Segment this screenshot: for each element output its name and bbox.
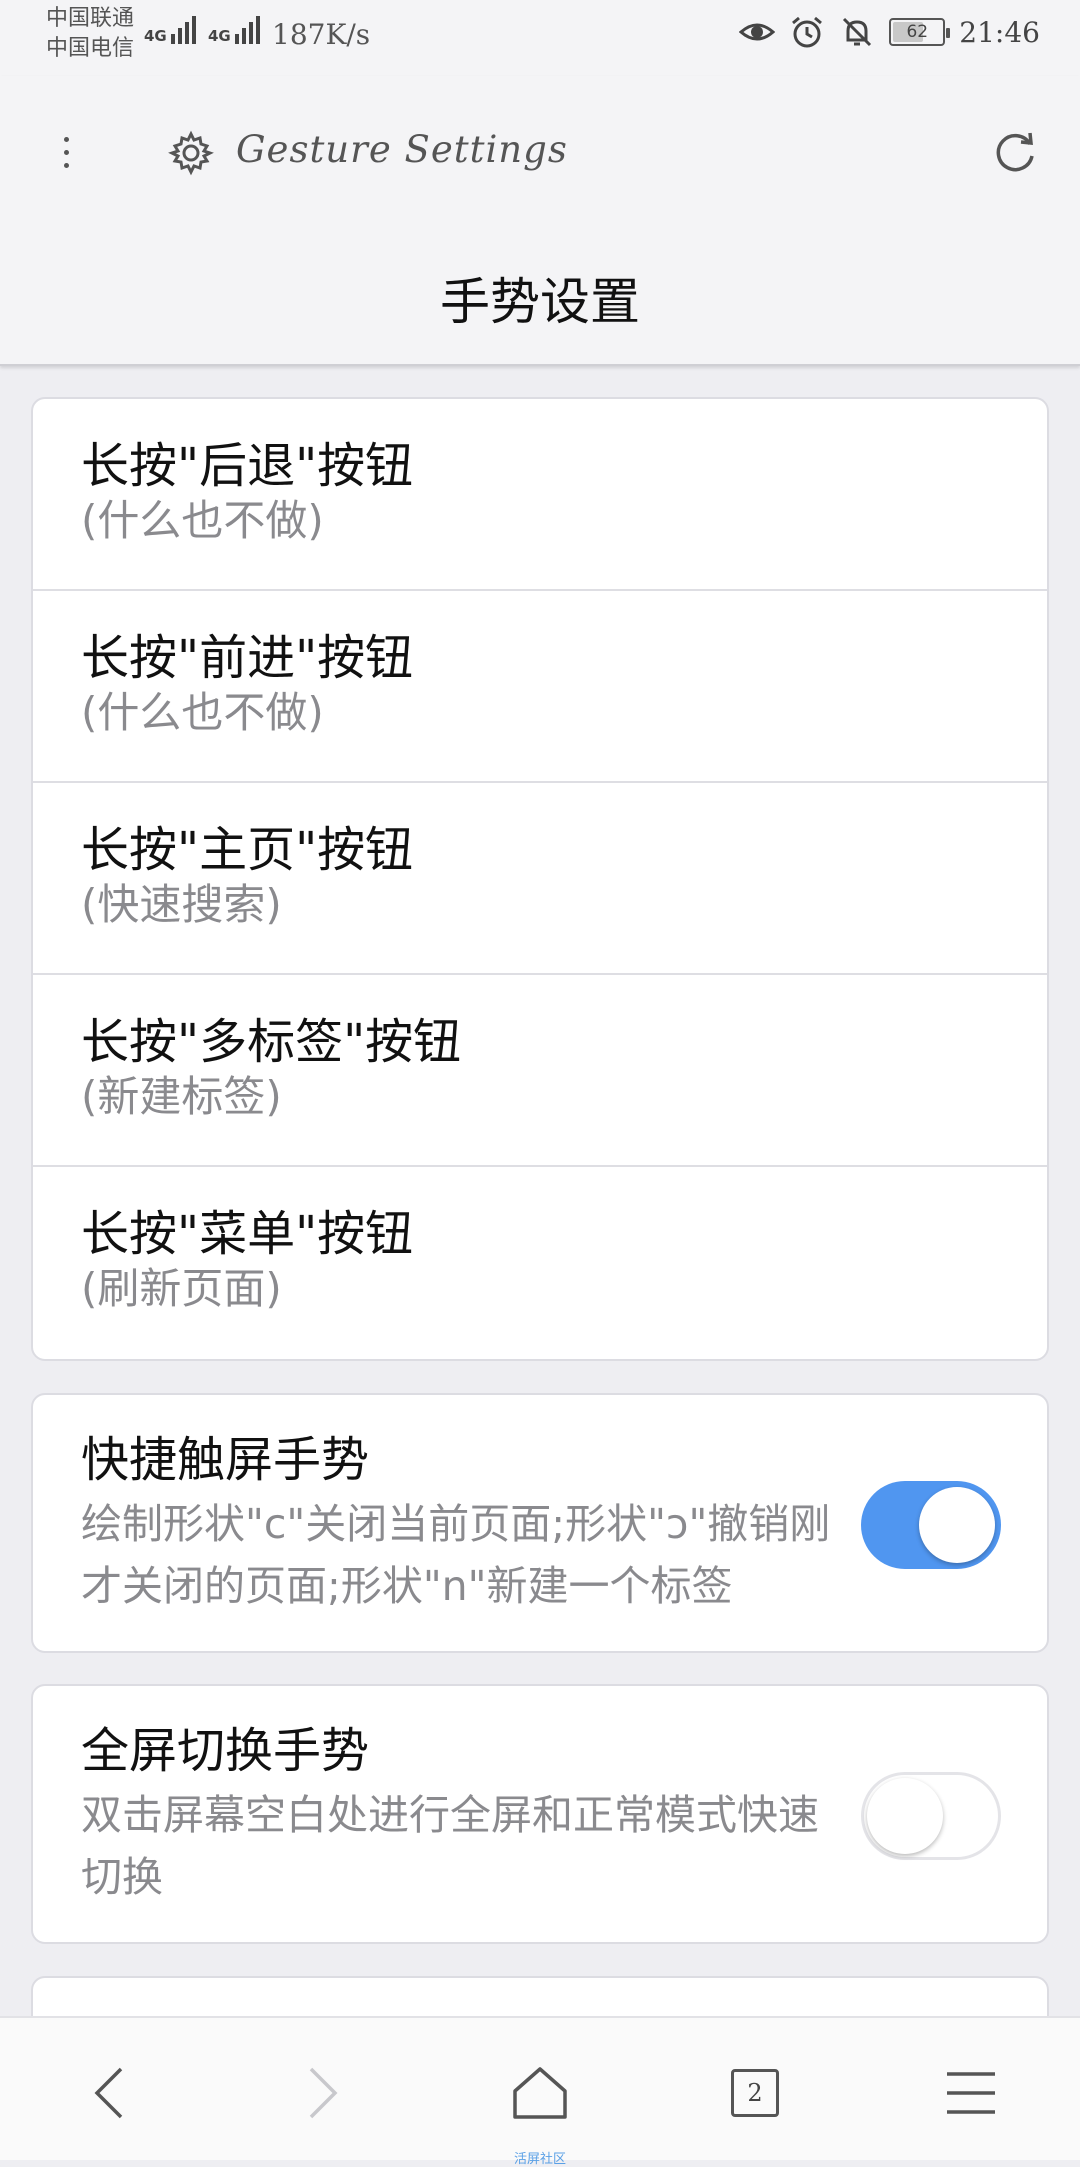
tab-count: 2	[731, 2069, 779, 2117]
fullscreen-gesture-card: 全屏切换手势 双击屏幕空白处进行全屏和正常模式快速切换	[31, 1684, 1049, 1944]
setting-long-press-menu[interactable]: 长按"菜单"按钮 (刷新页面)	[33, 1167, 1047, 1359]
toggle-knob	[867, 1778, 943, 1854]
setting-value: (什么也不做)	[81, 496, 324, 545]
setting-long-press-home[interactable]: 长按"主页"按钮 (快速搜索)	[33, 783, 1047, 975]
chevron-right-icon	[309, 2067, 338, 2119]
forward-button[interactable]	[288, 2058, 358, 2128]
bell-off-icon	[843, 17, 872, 47]
home-icon	[513, 2067, 567, 2119]
setting-value: (快速搜索)	[81, 880, 282, 929]
carrier-1: 中国联通	[46, 6, 135, 31]
setting-title: 长按"多标签"按钮	[81, 1014, 462, 1070]
setting-value: (新建标签)	[81, 1072, 282, 1121]
fullscreen-gesture-toggle[interactable]	[861, 1772, 1001, 1860]
signal-icon-2: 4G	[208, 16, 263, 44]
setting-long-press-forward[interactable]: 长按"前进"按钮 (什么也不做)	[33, 591, 1047, 783]
carrier-names: 中国联通 中国电信	[46, 4, 134, 64]
signal-icon-1: 4G	[144, 16, 199, 44]
hamburger-menu-icon	[947, 2072, 995, 2114]
menu-button[interactable]	[936, 2058, 1006, 2128]
more-options-button[interactable]	[40, 126, 92, 178]
app-bar: Gesture Settings 手势设置	[0, 76, 1080, 366]
quick-gesture-toggle[interactable]	[861, 1481, 1001, 1569]
carrier-2: 中国电信	[46, 36, 135, 61]
status-icons: 62 21:46	[739, 14, 1040, 50]
status-bar: 中国联通 中国电信 4G 4G 187K/s 62 21:46	[0, 0, 1080, 76]
home-button[interactable]	[505, 2058, 575, 2128]
eye-icon	[739, 23, 776, 41]
clock: 21:46	[959, 15, 1040, 49]
network-speed: 187K/s	[272, 18, 371, 51]
setting-title: 长按"菜单"按钮	[81, 1206, 414, 1262]
toggle-knob	[919, 1487, 995, 1563]
setting-title: 长按"前进"按钮	[81, 630, 414, 686]
alarm-icon	[792, 16, 823, 48]
quick-gesture-description: 绘制形状"c"关闭当前页面;形状"ɔ"撤销刚才关闭的页面;形状"n"新建一个标签	[81, 1500, 831, 1610]
back-button[interactable]	[74, 2058, 144, 2128]
quick-gesture-card: 快捷触屏手势 绘制形状"c"关闭当前页面;形状"ɔ"撤销刚才关闭的页面;形状"n…	[31, 1393, 1049, 1653]
watermark: 活屏社区	[513, 2152, 566, 2167]
fullscreen-gesture-description: 双击屏幕空白处进行全屏和正常模式快速切换	[81, 1791, 819, 1901]
setting-title: 长按"后退"按钮	[81, 438, 414, 494]
battery-icon: 62	[889, 18, 951, 46]
long-press-settings-card: 长按"后退"按钮 (什么也不做) 长按"前进"按钮 (什么也不做) 长按"主页"…	[31, 397, 1049, 1361]
tab-title: Gesture Settings	[236, 128, 568, 171]
setting-long-press-back[interactable]: 长按"后退"按钮 (什么也不做)	[33, 399, 1047, 591]
setting-value: (什么也不做)	[81, 688, 324, 737]
chevron-left-icon	[94, 2067, 123, 2119]
setting-title: 长按"主页"按钮	[81, 822, 414, 878]
setting-value: (刷新页面)	[81, 1264, 282, 1313]
setting-long-press-tabs[interactable]: 长按"多标签"按钮 (新建标签)	[33, 975, 1047, 1167]
bottom-navigation: 2 活屏社区	[0, 2016, 1080, 2167]
reload-button[interactable]	[990, 128, 1040, 178]
gear-icon	[168, 130, 214, 176]
tabs-button[interactable]: 2	[720, 2058, 790, 2128]
page-title: 手势设置	[440, 273, 640, 331]
